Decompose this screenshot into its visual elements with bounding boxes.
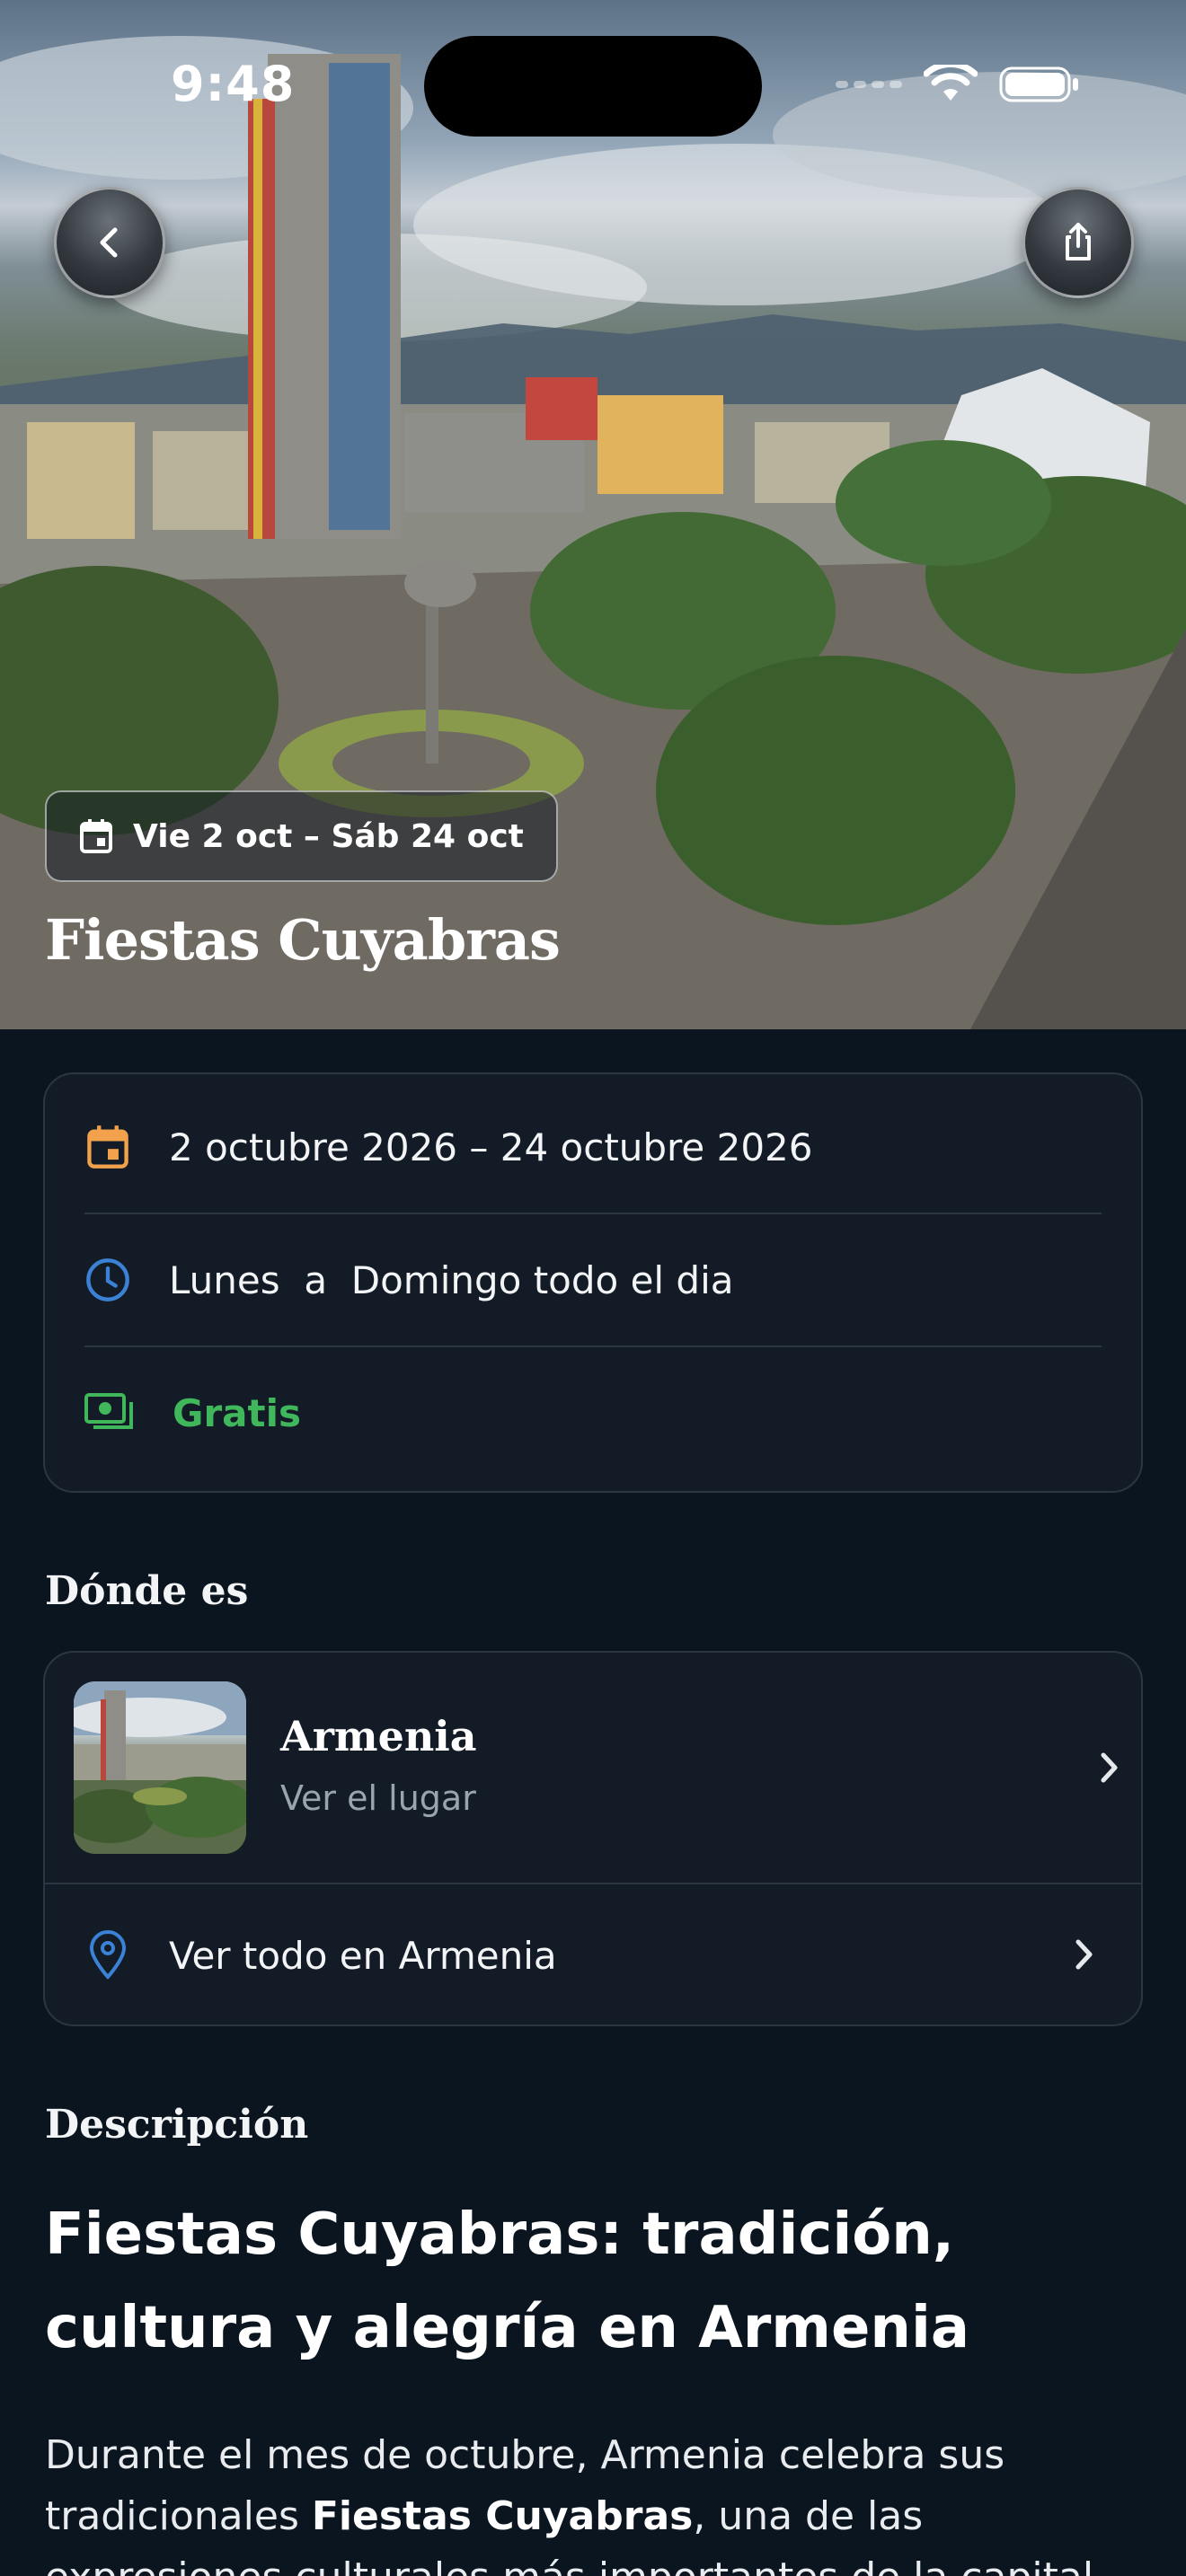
share-icon <box>1066 223 1091 260</box>
clock-icon <box>86 1258 129 1301</box>
back-button[interactable] <box>54 187 165 298</box>
cellular-signal-icon <box>836 81 902 88</box>
schedule-row: Lunes a Domingo todo el dia <box>84 1214 1102 1345</box>
date-chip: Vie 2 oct – Sáb 24 oct <box>45 790 558 882</box>
price-row: Gratis <box>84 1347 1102 1478</box>
calendar-icon <box>80 819 112 853</box>
place-thumbnail-image <box>74 1681 246 1854</box>
place-name: Armenia <box>280 1712 477 1760</box>
place-row[interactable]: Armenia Ver el lugar <box>45 1653 1141 1883</box>
see-all-label: Ver todo en Armenia <box>169 1933 557 1978</box>
status-time: 9:48 <box>171 56 296 112</box>
event-title: Fiestas Cuyabras <box>45 907 561 973</box>
money-icon <box>84 1393 133 1429</box>
status-icons <box>836 65 1080 104</box>
wifi-icon <box>924 65 978 101</box>
dates-row: 2 octubre 2026 – 24 octubre 2026 <box>84 1081 1102 1213</box>
description-bold-text: Fiestas Cuyabras <box>311 2493 694 2539</box>
event-dates: 2 octubre 2026 – 24 octubre 2026 <box>169 1125 813 1169</box>
share-button[interactable] <box>1022 187 1134 298</box>
chevron-right-icon <box>1091 1750 1127 1786</box>
place-link-text: Ver el lugar <box>280 1778 476 1818</box>
location-card: Armenia Ver el lugar Ver todo en Armenia <box>43 1651 1143 2026</box>
event-schedule: Lunes a Domingo todo el dia <box>169 1257 734 1302</box>
location-section-title: Dónde es <box>45 1568 249 1614</box>
description-section-title: Descripción <box>45 2102 309 2148</box>
date-chip-text: Vie 2 oct – Sáb 24 oct <box>133 817 524 855</box>
event-price: Gratis <box>173 1390 302 1435</box>
description-heading: Fiestas Cuyabras: tradición, cultura y a… <box>45 2201 970 2361</box>
dynamic-island <box>424 36 762 137</box>
battery-icon <box>999 66 1078 102</box>
calendar-icon <box>87 1125 128 1169</box>
map-pin-icon <box>89 1930 127 1980</box>
description-body: Durante el mes de octubre, Armenia celeb… <box>45 2425 1150 2576</box>
place-thumbnail <box>74 1681 246 1854</box>
hero-image: 9:48 Vie 2 oct – Sáb 24 oct Fiestas Cuya… <box>0 0 1186 1029</box>
see-all-in-city-row[interactable]: Ver todo en Armenia <box>84 1884 1102 2026</box>
back-arrow-icon <box>100 227 118 258</box>
chevron-right-icon <box>1066 1936 1102 1972</box>
event-info-card: 2 octubre 2026 – 24 octubre 2026 Lunes a… <box>43 1072 1143 1493</box>
